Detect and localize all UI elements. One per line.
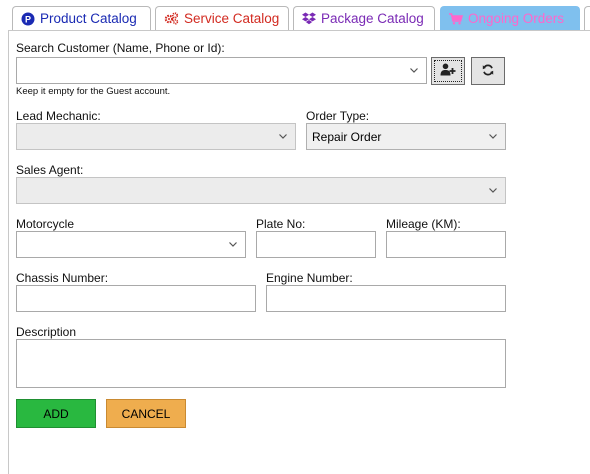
cancel-button[interactable]: CANCEL: [106, 399, 186, 428]
chassis-number-input[interactable]: [16, 285, 256, 312]
order-type-label: Order Type:: [306, 109, 370, 123]
tab-service-catalog-label: Service Catalog: [184, 11, 280, 26]
gears-icon: [164, 12, 179, 25]
tab-product-catalog[interactable]: P Product Catalog: [12, 6, 151, 30]
chevron-down-icon: [229, 241, 237, 249]
refresh-icon: [482, 64, 494, 79]
chevron-down-icon: [489, 133, 497, 141]
tab-product-catalog-label: Product Catalog: [40, 11, 137, 26]
engine-number-label: Engine Number:: [266, 271, 353, 285]
guest-account-hint: Keep it empty for the Guest account.: [16, 86, 171, 97]
add-user-icon: [440, 63, 456, 79]
sales-agent-label: Sales Agent:: [16, 163, 84, 177]
tab-service-catalog[interactable]: Service Catalog: [155, 6, 289, 30]
add-customer-button[interactable]: [431, 57, 465, 85]
add-button[interactable]: ADD: [16, 399, 96, 428]
dropbox-icon: [302, 12, 316, 25]
cart-icon: [449, 12, 463, 25]
tab-overflow[interactable]: [584, 6, 590, 30]
order-type-select[interactable]: Repair Order: [306, 123, 506, 150]
chevron-down-icon: [489, 187, 497, 195]
motorcycle-label: Motorcycle: [16, 217, 75, 231]
search-customer-label: Search Customer (Name, Phone or Id):: [16, 41, 225, 55]
svg-text:P: P: [25, 14, 31, 24]
description-textarea[interactable]: [16, 339, 506, 388]
lead-mechanic-label: Lead Mechanic:: [16, 109, 101, 123]
tab-ongoing-orders[interactable]: Ongoing Orders: [440, 6, 580, 30]
engine-number-input[interactable]: [266, 285, 506, 312]
chevron-down-icon: [279, 133, 287, 141]
plate-no-input[interactable]: [256, 231, 376, 258]
plate-no-label: Plate No:: [256, 217, 306, 231]
tab-ongoing-orders-label: Ongoing Orders: [468, 11, 565, 26]
lead-mechanic-select[interactable]: [16, 123, 296, 150]
motorcycle-select[interactable]: [16, 231, 246, 258]
search-customer-combobox[interactable]: [16, 57, 427, 84]
mileage-label: Mileage (KM):: [386, 217, 461, 231]
tab-package-catalog[interactable]: Package Catalog: [293, 6, 435, 30]
chevron-down-icon: [410, 67, 418, 75]
refresh-customers-button[interactable]: [471, 57, 505, 85]
product-p-circle-icon: P: [21, 12, 35, 26]
order-type-value: Repair Order: [312, 129, 382, 144]
description-label: Description: [16, 325, 77, 339]
tab-package-catalog-label: Package Catalog: [321, 11, 424, 26]
chassis-number-label: Chassis Number:: [16, 271, 109, 285]
mileage-input[interactable]: [386, 231, 506, 258]
sales-agent-select[interactable]: [16, 177, 506, 204]
